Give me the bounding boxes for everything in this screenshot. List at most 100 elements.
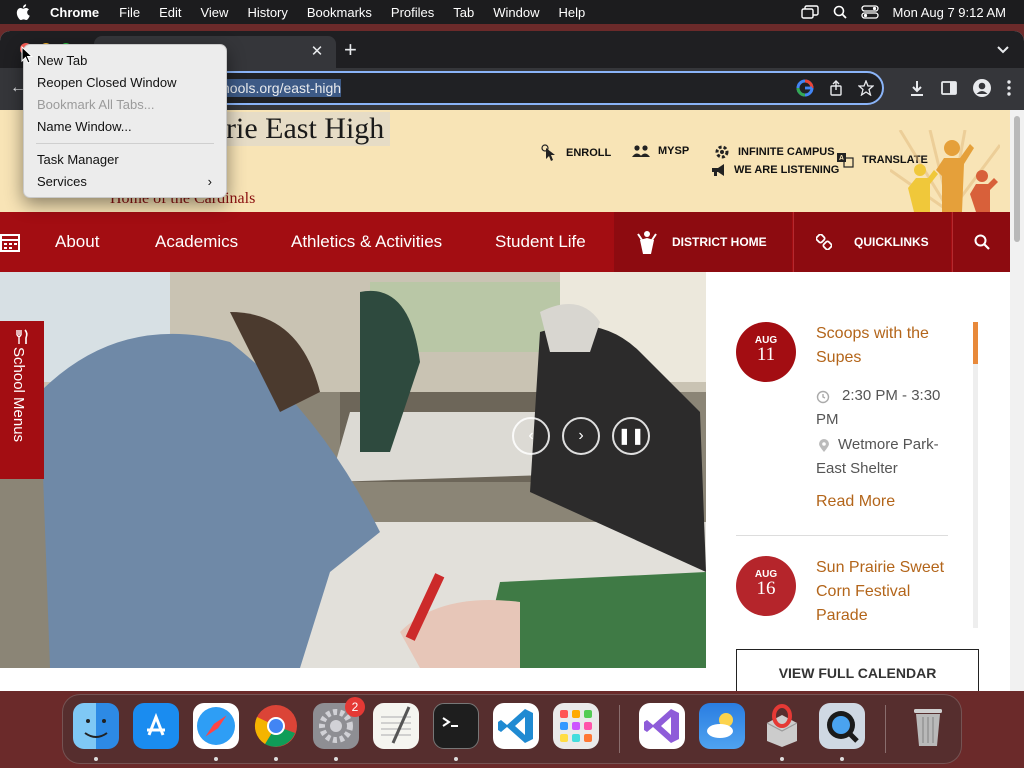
- menu-window[interactable]: Window: [493, 5, 539, 20]
- megaphone-icon: [712, 164, 724, 176]
- share-icon[interactable]: [828, 80, 844, 96]
- carousel-pause-button[interactable]: ❚❚: [612, 417, 650, 455]
- finder-icon[interactable]: [73, 703, 119, 749]
- event-time: 2:30 PM - 3:30 PM: [816, 387, 941, 428]
- we-are-listening-link[interactable]: WE ARE LISTENING: [710, 163, 839, 177]
- infinite-campus-label: INFINITE CAMPUS: [738, 146, 835, 158]
- window-context-menu: New Tab Reopen Closed Window Bookmark Al…: [23, 44, 227, 198]
- url-text[interactable]: hools.org/east-high: [222, 79, 342, 97]
- menu-item-reopen-closed-window[interactable]: Reopen Closed Window: [24, 72, 226, 94]
- dock-running-indicator: [94, 757, 98, 761]
- menu-profiles[interactable]: Profiles: [391, 5, 434, 20]
- quicktime-icon[interactable]: [819, 703, 865, 749]
- mysp-label: MYSP: [658, 145, 690, 157]
- new-tab-button[interactable]: +: [344, 39, 357, 61]
- event-date-badge: AUG 11: [736, 322, 796, 382]
- menu-file[interactable]: File: [119, 5, 140, 20]
- macos-menu-bar: Chrome File Edit View History Bookmarks …: [0, 0, 1024, 24]
- event-title-link[interactable]: Scoops with the Supes: [816, 322, 966, 370]
- event-day: 16: [756, 578, 776, 599]
- launchpad-icon[interactable]: [553, 703, 599, 749]
- event-read-more-link[interactable]: Read More: [816, 493, 895, 511]
- notification-badge: 2: [345, 697, 365, 717]
- screen-mirroring-icon[interactable]: [800, 5, 819, 19]
- nav-academics[interactable]: Academics: [155, 232, 238, 252]
- menubar-clock[interactable]: Mon Aug 7 9:12 AM: [893, 5, 1006, 20]
- site-search-button[interactable]: [952, 212, 1010, 272]
- control-center-icon[interactable]: [860, 5, 879, 19]
- district-home-label: DISTRICT HOME: [672, 235, 767, 249]
- menu-bookmarks[interactable]: Bookmarks: [307, 5, 372, 20]
- events-scroll-thumb[interactable]: [973, 322, 978, 364]
- menu-history[interactable]: History: [247, 5, 287, 20]
- page-scrollbar[interactable]: [1010, 110, 1024, 691]
- visual-studio-icon[interactable]: [639, 703, 685, 749]
- trash-icon[interactable]: [905, 703, 951, 749]
- nav-student-life[interactable]: Student Life: [495, 232, 586, 252]
- menu-item-new-tab[interactable]: New Tab: [24, 50, 226, 72]
- enroll-label: ENROLL: [566, 147, 612, 159]
- app-menu-chrome[interactable]: Chrome: [50, 5, 99, 20]
- menu-edit[interactable]: Edit: [159, 5, 181, 20]
- menu-item-name-window[interactable]: Name Window...: [24, 116, 226, 138]
- school-title[interactable]: rie East High: [220, 112, 391, 146]
- address-bar[interactable]: hools.org/east-high: [160, 71, 884, 105]
- side-panel-icon[interactable]: [940, 79, 958, 97]
- page-scroll-thumb[interactable]: [1014, 116, 1020, 242]
- gear-icon: [715, 145, 729, 159]
- textedit-icon[interactable]: [373, 703, 419, 749]
- safari-icon[interactable]: [193, 703, 239, 749]
- district-home-link[interactable]: DISTRICT HOME: [614, 212, 792, 272]
- app-store-icon[interactable]: [133, 703, 179, 749]
- svg-text:A: A: [839, 155, 844, 162]
- macos-dock: 2: [62, 694, 962, 764]
- calendar-icon[interactable]: [0, 232, 20, 252]
- terminal-icon[interactable]: [433, 703, 479, 749]
- event-date-badge: AUG 16: [736, 556, 796, 616]
- view-full-calendar-button[interactable]: VIEW FULL CALENDAR: [736, 649, 979, 691]
- dock-running-indicator: [840, 757, 844, 761]
- profile-avatar-icon[interactable]: [972, 78, 992, 98]
- weather-icon[interactable]: [699, 703, 745, 749]
- tab-search-chevron-icon[interactable]: [996, 42, 1010, 56]
- school-menus-tab[interactable]: School Menus: [0, 321, 44, 479]
- event-month: AUG: [754, 335, 778, 346]
- carousel-next-button[interactable]: ›: [562, 417, 600, 455]
- menu-item-services[interactable]: Services ›: [24, 171, 226, 193]
- submenu-chevron-icon: ›: [207, 174, 212, 189]
- mouse-cursor-icon: [21, 46, 33, 64]
- infinite-campus-link[interactable]: INFINITE CAMPUS: [714, 144, 835, 160]
- download-icon[interactable]: [908, 79, 926, 97]
- event-location: Wetmore Park- East Shelter: [816, 436, 939, 477]
- events-scrollbar[interactable]: [973, 322, 978, 628]
- enroll-link[interactable]: ENROLL: [540, 144, 611, 162]
- carousel-prev-button[interactable]: ‹: [512, 417, 550, 455]
- chrome-icon[interactable]: [253, 703, 299, 749]
- tab-close-icon[interactable]: ✕: [308, 43, 326, 61]
- mysp-link[interactable]: MYSP: [632, 144, 689, 158]
- utensils-icon: [16, 329, 28, 344]
- events-panel: AUG 11 Scoops with the Supes 2:30 PM - 3…: [706, 272, 1010, 691]
- google-lens-icon[interactable]: [796, 79, 814, 97]
- menu-help[interactable]: Help: [559, 5, 586, 20]
- opera-icon[interactable]: [759, 703, 805, 749]
- menu-tab[interactable]: Tab: [453, 5, 474, 20]
- dock-running-indicator: [334, 757, 338, 761]
- main-navigation: About Academics Athletics & Activities S…: [0, 212, 1010, 272]
- system-settings-icon[interactable]: 2: [313, 697, 365, 749]
- more-options-icon[interactable]: [1006, 79, 1012, 97]
- menu-view[interactable]: View: [200, 5, 228, 20]
- search-icon: [974, 234, 990, 250]
- vscode-icon[interactable]: [493, 703, 539, 749]
- dock-separator: [619, 705, 620, 753]
- apple-icon[interactable]: [16, 4, 30, 20]
- bookmark-star-icon[interactable]: [858, 80, 874, 96]
- quicklinks-link[interactable]: QUICKLINKS: [793, 212, 951, 272]
- spotlight-search-icon[interactable]: [833, 5, 847, 19]
- menu-item-task-manager[interactable]: Task Manager: [24, 149, 226, 171]
- hero-photo-carousel: [0, 272, 706, 668]
- translate-icon: A: [837, 153, 854, 168]
- nav-athletics-activities[interactable]: Athletics & Activities: [291, 232, 442, 252]
- nav-about[interactable]: About: [55, 232, 99, 252]
- event-title-link[interactable]: Sun Prairie Sweet Corn Festival Parade: [816, 556, 950, 626]
